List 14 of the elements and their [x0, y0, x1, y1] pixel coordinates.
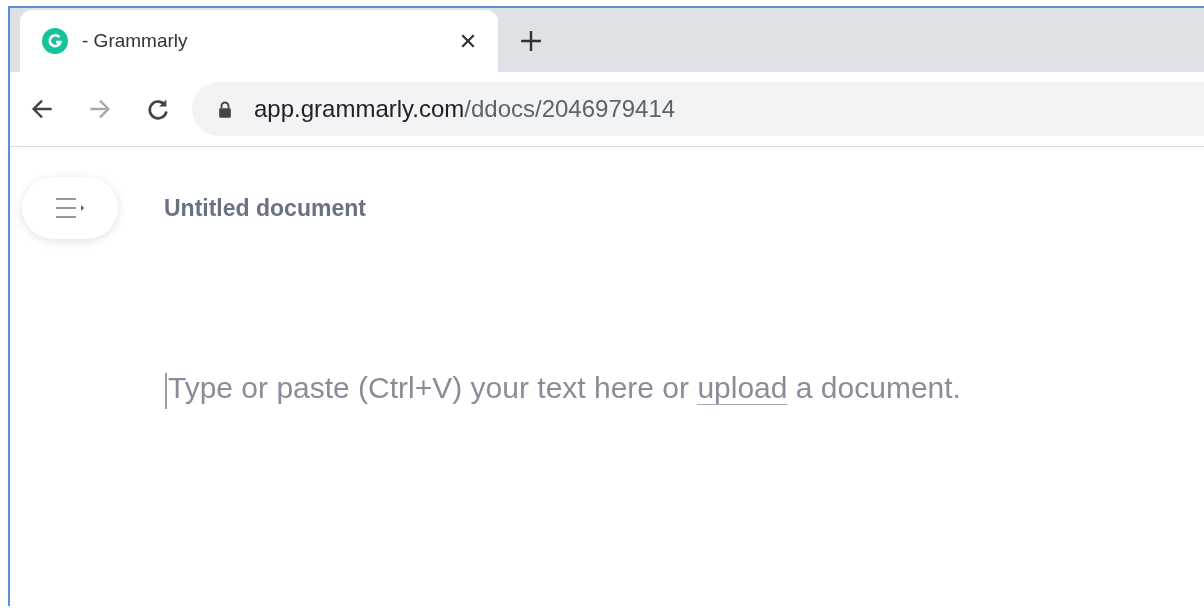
browser-tab[interactable]: - Grammarly: [20, 10, 498, 72]
lock-icon: [218, 100, 232, 118]
back-icon[interactable]: [30, 97, 54, 121]
grammarly-logo-icon: [42, 28, 68, 54]
url-text: app.grammarly.com/ddocs/2046979414: [254, 95, 676, 123]
menu-icon: [55, 197, 85, 219]
close-icon[interactable]: [460, 33, 476, 49]
reload-icon[interactable]: [146, 97, 170, 121]
upload-link[interactable]: upload: [697, 371, 788, 405]
menu-button[interactable]: [22, 177, 118, 239]
tab-title: - Grammarly: [82, 30, 189, 52]
document-title[interactable]: Untitled document: [164, 194, 366, 222]
address-bar[interactable]: app.grammarly.com/ddocs/2046979414: [192, 82, 1204, 136]
new-tab-icon[interactable]: [520, 30, 542, 52]
